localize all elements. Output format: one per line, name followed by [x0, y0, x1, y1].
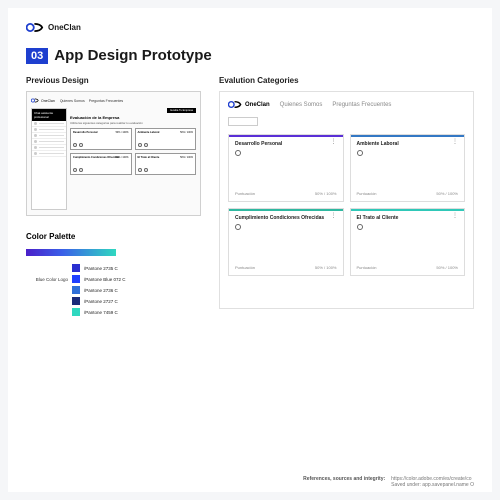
- mock-cta: Evalúa Tu Empresa: [167, 108, 196, 113]
- more-icon[interactable]: ⋮: [452, 215, 458, 218]
- mock-main-sub: Utiliza las siguientes categorías para r…: [70, 121, 196, 125]
- brand-name: OneClan: [48, 23, 81, 32]
- swatch-row: /Pantone 7459 C: [26, 308, 201, 316]
- eval-brand: OneClan: [228, 100, 270, 109]
- swatch-row: /Pantone 2735 C: [26, 264, 201, 272]
- mock-brand: OneClan: [31, 98, 55, 103]
- color-swatch: [72, 297, 80, 305]
- eval-button-placeholder[interactable]: [228, 117, 258, 126]
- logo-icon: [228, 100, 242, 109]
- swatch-list: /Pantone 2735 C Blue Color Logo/Pantone B…: [26, 264, 201, 316]
- palette-gradient: [26, 249, 116, 256]
- mock-sidebar-title: Chat asistente profesional: [32, 109, 66, 121]
- nav-link[interactable]: Preguntas Frecuentes: [332, 102, 391, 108]
- page: OneClan 03 App Design Prototype Previous…: [8, 8, 492, 492]
- page-title: App Design Prototype: [54, 47, 212, 64]
- category-icon: [235, 150, 241, 156]
- eval-card-ambiente[interactable]: Ambiente Laboral⋮Puntuación50% / 100%: [350, 134, 466, 202]
- color-swatch: [72, 264, 80, 272]
- more-icon[interactable]: ⋮: [331, 215, 337, 218]
- eval-card-trato[interactable]: El Trato al Cliente⋮Puntuación50% / 100%: [350, 208, 466, 276]
- nav-link[interactable]: Quienes Somos: [280, 102, 323, 108]
- previous-design-mock: OneClan Quienes Somos Preguntas Frecuent…: [26, 91, 201, 216]
- right-column: Evalution Categories OneClan Quienes Som…: [219, 76, 474, 319]
- palette-heading: Color Palette: [26, 232, 201, 241]
- category-icon: [235, 224, 241, 230]
- color-swatch: [72, 308, 80, 316]
- mock-card: Ambiente Laboral50% / 100%: [135, 128, 197, 150]
- swatch-name: /Pantone 7459 C: [84, 310, 118, 315]
- brand-logo: OneClan: [26, 22, 474, 33]
- mock-card: El Trato al Cliente50% / 100%: [135, 153, 197, 175]
- logo-icon: [31, 98, 39, 103]
- more-icon[interactable]: ⋮: [452, 141, 458, 144]
- logo-icon: [26, 22, 44, 33]
- mock-main-title: Evaluación de la Empresa: [70, 115, 196, 120]
- category-icon: [357, 224, 363, 230]
- swatch-name: /Pantone 2735 C: [84, 266, 118, 271]
- footer-saved: Saved under: app.savepanel.name O: [391, 482, 474, 488]
- swatch-name: /Pantone 2727 C: [84, 299, 118, 304]
- mock-sidebar: Chat asistente profesional: [31, 108, 67, 210]
- evaluation-mock: OneClan Quienes Somos Preguntas Frecuent…: [219, 91, 474, 309]
- category-icon: [357, 150, 363, 156]
- left-column: Previous Design OneClan Quienes Somos Pr…: [26, 76, 201, 319]
- color-swatch: [72, 275, 80, 283]
- evaluation-heading: Evalution Categories: [219, 76, 474, 85]
- color-swatch: [72, 286, 80, 294]
- swatch-row: /Pantone 2727 C: [26, 297, 201, 305]
- mock-card: Desarrollo Personal50% / 100%: [70, 128, 132, 150]
- more-icon[interactable]: ⋮: [331, 141, 337, 144]
- swatch-row: Blue Color Logo/Pantone Blue 072 C: [26, 275, 201, 283]
- previous-heading: Previous Design: [26, 76, 201, 85]
- footer-references: References, sources and integrity: https…: [303, 476, 474, 488]
- swatch-name: /Pantone 2736 C: [84, 288, 118, 293]
- eval-card-desarrollo[interactable]: Desarrollo Personal⋮Puntuación50% / 100%: [228, 134, 344, 202]
- mock-card: Cumplimiento Condiciones Ofrecidas50% / …: [70, 153, 132, 175]
- swatch-row: /Pantone 2736 C: [26, 286, 201, 294]
- swatch-group-label: Blue Color Logo: [26, 277, 68, 282]
- eval-nav: Quienes Somos Preguntas Frecuentes: [280, 102, 392, 108]
- footer-label: References, sources and integrity:: [303, 476, 385, 488]
- mock-nav: Quienes Somos Preguntas Frecuentes: [60, 99, 123, 103]
- title-row: 03 App Design Prototype: [26, 47, 474, 64]
- section-number-badge: 03: [26, 48, 48, 64]
- swatch-name: /Pantone Blue 072 C: [84, 277, 126, 282]
- eval-card-cumplimiento[interactable]: Cumplimiento Condiciones Ofrecidas⋮Puntu…: [228, 208, 344, 276]
